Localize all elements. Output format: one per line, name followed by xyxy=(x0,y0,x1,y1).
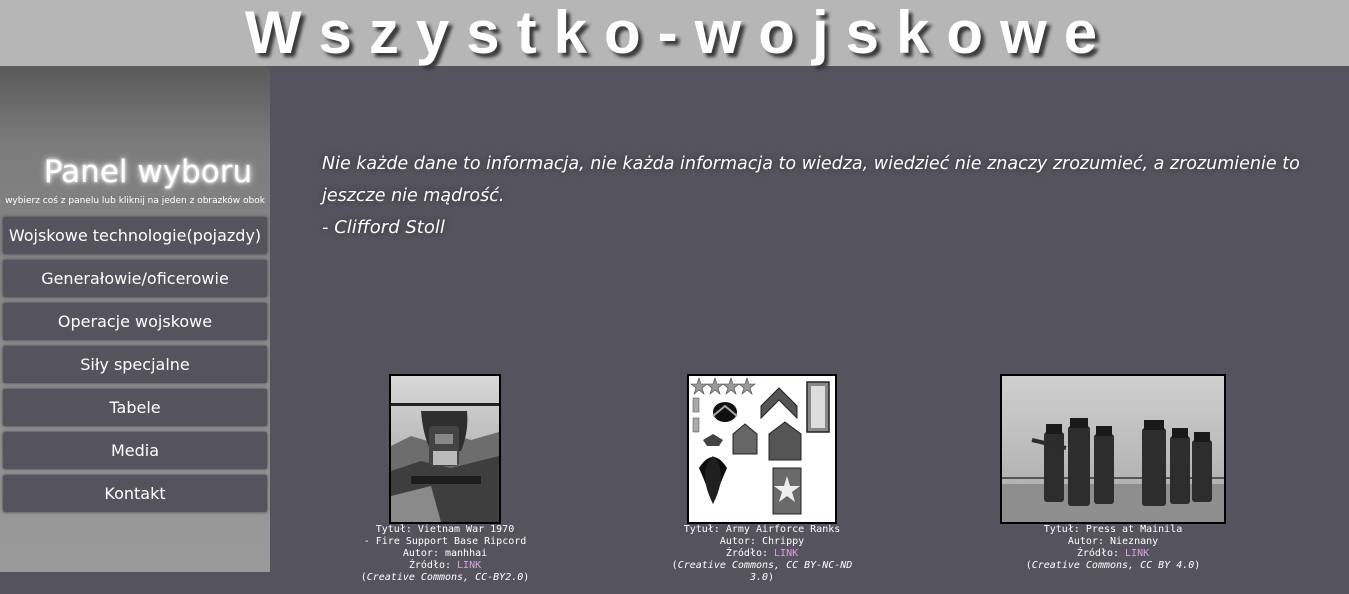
license-text: Creative Commons, CC-BY2.0 xyxy=(366,572,524,583)
caption-license: (Creative Commons, CC-BY2.0) xyxy=(360,572,530,583)
caption-source: Źródło: LINK xyxy=(662,548,862,560)
source-link[interactable]: LINK xyxy=(1125,548,1149,559)
source-link[interactable]: LINK xyxy=(457,560,481,571)
caption-source-label: Źródło: xyxy=(725,548,775,559)
nav-item-contact[interactable]: Kontakt xyxy=(3,475,267,512)
caption-source-label: Źródło: xyxy=(408,560,458,571)
nav-item-special-forces[interactable]: Siły specjalne xyxy=(3,346,267,383)
nav-item-media[interactable]: Media xyxy=(3,432,267,469)
caption-source-label: Źródło: xyxy=(1076,548,1126,559)
quote: Nie każde dane to informacja, nie każda … xyxy=(322,148,1312,244)
nav-item-tables[interactable]: Tabele xyxy=(3,389,267,426)
gallery-item-ranks: Tytuł: Army Airforce Ranks Autor: Chripp… xyxy=(662,374,862,584)
quote-author: - Clifford Stoll xyxy=(322,217,445,238)
caption-source: Źródło: LINK xyxy=(1000,548,1226,560)
caption-author: Autor: Chrippy xyxy=(719,536,805,547)
nav-item-generals-officers[interactable]: Generałowie/oficerowie xyxy=(3,260,267,297)
caption-title: Tytuł: Press at Mainila xyxy=(1043,524,1183,535)
quote-text: Nie każde dane to informacja, nie każda … xyxy=(322,154,1300,206)
nav-item-military-operations[interactable]: Operacje wojskowe xyxy=(3,303,267,340)
caption-author: Autor: manhhai xyxy=(402,548,488,559)
sidebar: Panel wyboru wybierz coś z panelu lub kl… xyxy=(0,66,270,572)
press-image[interactable] xyxy=(1000,374,1226,524)
caption-vietnam: Tytuł: Vietnam War 1970 - Fire Support B… xyxy=(345,524,545,584)
caption-ranks: Tytuł: Army Airforce Ranks Autor: Chripp… xyxy=(662,524,862,584)
caption-license: (Creative Commons, CC BY-NC-ND 3.0) xyxy=(671,560,853,583)
caption-title-cont: - Fire Support Base Ripcord xyxy=(363,536,527,547)
nav-item-military-technology[interactable]: Wojskowe technologie(pojazdy) xyxy=(3,217,267,254)
gallery-item-vietnam: Tytuł: Vietnam War 1970 - Fire Support B… xyxy=(345,374,545,584)
caption-source: Źródło: LINK xyxy=(345,560,545,572)
license-text: Creative Commons, CC BY-NC-ND 3.0 xyxy=(677,560,853,583)
site-header: Wszystko-wojskowe xyxy=(0,0,1349,66)
caption-author: Autor: Nieznany xyxy=(1067,536,1159,547)
panel-title: Panel wyboru xyxy=(43,154,253,190)
caption-title: Tytuł: Vietnam War 1970 xyxy=(375,524,515,535)
site-title: Wszystko-wojskowe xyxy=(244,0,1115,66)
caption-title: Tytuł: Army Airforce Ranks xyxy=(683,524,841,535)
caption-license: (Creative Commons, CC BY 4.0) xyxy=(1025,560,1201,571)
source-link[interactable]: LINK xyxy=(774,548,798,559)
gallery-item-press: Tytuł: Press at Mainila Autor: Nieznany … xyxy=(1000,374,1226,572)
panel-subtitle: wybierz coś z panelu lub kliknij na jede… xyxy=(5,196,265,206)
caption-press: Tytuł: Press at Mainila Autor: Nieznany … xyxy=(1000,524,1226,572)
license-text: Creative Commons, CC BY 4.0 xyxy=(1031,560,1195,571)
helicopter-image[interactable] xyxy=(389,374,501,524)
ranks-image[interactable] xyxy=(687,374,837,524)
